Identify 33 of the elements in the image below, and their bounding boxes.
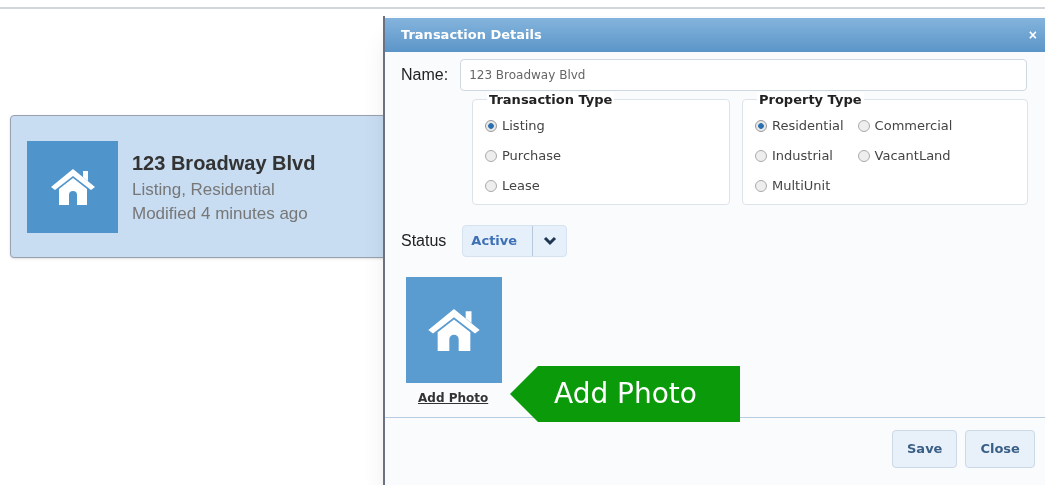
radio-button[interactable] [857,119,870,132]
house-icon [426,306,482,354]
radio-button[interactable] [485,179,497,192]
radio-option[interactable]: MultiUnit [755,176,844,195]
radio-button[interactable] [755,179,767,192]
dialog-title: Transaction Details [401,26,542,45]
add-photo-link[interactable]: Add Photo [418,389,489,407]
group-legend: Transaction Type [487,92,615,108]
name-label: Name: [401,65,449,85]
radio-option[interactable]: Commercial [857,116,953,135]
status-dropdown[interactable]: Active [462,225,568,257]
radio-button[interactable] [485,119,497,132]
close-dialog-button[interactable]: Close [965,430,1035,468]
chevron-down-icon [542,236,557,246]
status-label: Status [401,231,447,251]
save-button[interactable]: Save [892,430,958,468]
group-legend: Property Type [757,92,864,108]
radio-option[interactable]: VacantLand [857,146,953,165]
radio-option[interactable]: Residential [755,116,844,135]
radio-option[interactable]: Lease [485,176,729,195]
add-photo-tile[interactable] [406,277,502,383]
radio-option[interactable]: Listing [485,116,729,135]
radio-option[interactable]: Purchase [485,146,729,165]
name-field[interactable]: 123 Broadway Blvd [460,59,1028,91]
radio-button[interactable] [857,149,870,162]
radio-button[interactable] [755,149,767,162]
radio-button[interactable] [755,119,767,132]
radio-option[interactable]: Industrial [755,146,844,165]
status-value: Active [463,226,534,256]
listing-type: Listing, Residential [132,178,276,201]
radio-button[interactable] [485,149,497,162]
modified-time: Modified 4 minutes ago [132,202,309,225]
listing-title: 123 Broadway Blvd [132,150,316,176]
